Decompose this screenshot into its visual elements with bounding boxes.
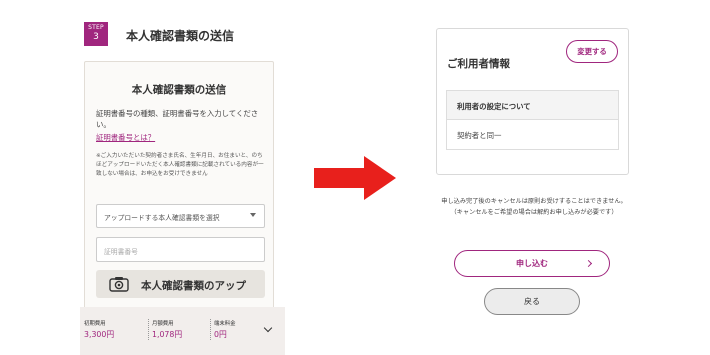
left-panel: STEP 3 本人確認書類の送信 本人確認書類の送信 証明書番号の種類、証明書番… [80, 0, 285, 355]
table-cell: 契約者と同一 [457, 131, 502, 140]
upload-document-button[interactable]: 本人確認書類のアップ [96, 270, 265, 298]
document-card: 本人確認書類の送信 証明書番号の種類、証明書番号を入力してください。 証明書番号… [84, 61, 274, 317]
card-note: ※ご入力いただいた契約者さま氏名、生年月日、お住まいと、のちほどアップロードいた… [96, 153, 264, 178]
cancel-note: 申し込み完了後のキャンセルは原則お受けすることはできません。 （キャンセルをご希… [428, 197, 640, 218]
fee-summary-bar[interactable]: 初期費用 3,300円 月額費用 1,078円 端末料金 0円 [80, 307, 285, 355]
document-type-select[interactable]: アップロードする本人確認書類を選択 [96, 204, 265, 228]
step-word: STEP [88, 24, 104, 31]
change-button[interactable]: 変更する [566, 40, 618, 63]
camera-icon [109, 276, 129, 295]
certificate-number-input[interactable]: 証明書番号 [96, 237, 265, 262]
select-placeholder: アップロードする本人確認書類を選択 [104, 214, 220, 222]
chevron-down-icon [250, 213, 256, 217]
chevron-down-icon[interactable] [263, 323, 273, 333]
cancel-note-line1: 申し込み完了後のキャンセルは原則お受けすることはできません。 [441, 198, 627, 205]
fee-value: 3,300円 [84, 330, 115, 339]
user-setting-table: 利用者の設定について 契約者と同一 [446, 90, 619, 150]
cancel-note-line2: （キャンセルをご希望の場合は解約お申し込みが必要です） [450, 208, 618, 216]
step-title: 本人確認書類の送信 [126, 29, 235, 43]
fee-device: 端末料金 0円 [210, 319, 236, 340]
upload-button-label: 本人確認書類のアップ [141, 280, 246, 292]
apply-button-label: 申し込む [516, 259, 548, 268]
apply-button[interactable]: 申し込む [454, 250, 610, 277]
fee-value: 0円 [214, 330, 227, 339]
help-link[interactable]: 証明書番号とは？ [96, 132, 155, 143]
step-badge: STEP 3 [84, 22, 108, 46]
fee-label: 端末料金 [214, 321, 236, 327]
fee-value: 1,078円 [152, 330, 183, 339]
fee-label: 初期費用 [84, 321, 106, 327]
table-header: 利用者の設定について [447, 91, 618, 120]
user-info-title: ご利用者情報 [447, 58, 510, 70]
user-info-card: ご利用者情報 変更する 利用者の設定について 契約者と同一 [436, 28, 629, 175]
card-description: 証明書番号の種類、証明書番号を入力してください。 [96, 109, 259, 129]
fee-label: 月額費用 [152, 321, 174, 327]
fee-monthly: 月額費用 1,078円 [148, 319, 182, 340]
step-number: 3 [93, 32, 99, 42]
fee-initial: 初期費用 3,300円 [84, 319, 114, 340]
card-title: 本人確認書類の送信 [131, 84, 227, 96]
input-placeholder: 証明書番号 [104, 248, 138, 256]
back-button[interactable]: 戻る [484, 288, 580, 315]
chevron-right-icon [584, 259, 593, 268]
arrow-right-icon [314, 156, 396, 204]
